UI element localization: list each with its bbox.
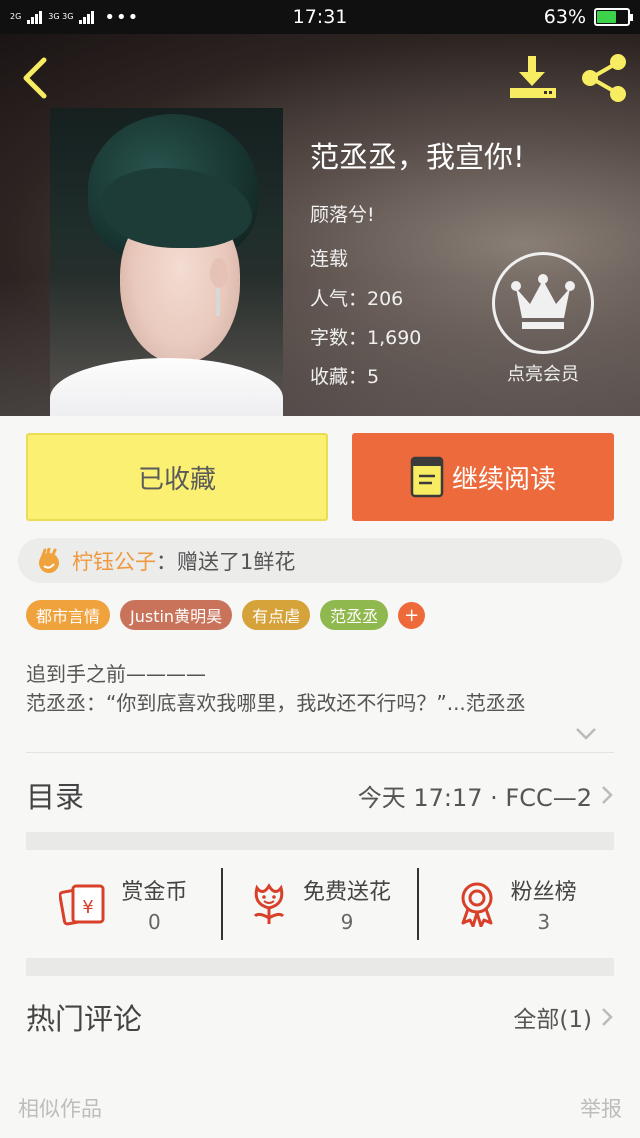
continue-reading-button[interactable]: 继续阅读 [352,433,614,521]
similar-works-link[interactable]: 相似作品 [18,1093,102,1123]
tag[interactable]: Justin黄明昊 [120,600,233,630]
member-button[interactable]: 点亮会员 [492,252,594,386]
report-link[interactable]: 举报 [580,1093,622,1123]
stat-name: 粉丝榜 [510,880,577,905]
toc-row[interactable]: 目录 今天 17:17 · FCC—2 [26,760,614,830]
all-comments-link[interactable]: 全部(1) [513,1000,592,1034]
battery-percent: 63% [543,6,586,28]
stat-value: 3 [537,910,551,934]
serial-status: 连载 [310,248,349,270]
continue-reading-label: 继续阅读 [451,464,556,495]
medal-icon [461,882,493,927]
book-header: 范丞丞，我宣你! 顾落兮! 连载 人气：206 字数：1,690 收藏：5 点亮… [0,34,640,416]
synopsis-line: 追到手之前———— [26,662,206,686]
download-icon [510,56,556,98]
signal-icon-2 [79,10,95,24]
gift-message: ：赠送了1鲜花 [156,549,296,574]
book-author[interactable]: 顾落兮! [310,200,375,227]
battery-icon [594,8,633,26]
book-title: 范丞丞，我宣你! [310,140,525,174]
section-separator [26,832,614,850]
status-bar: 2G 3G 3G ••• 17:31 63% [0,0,640,34]
tag-list: 都市言情 Justin黄明昊 有点虐 范丞丞 + [26,600,426,630]
popularity-count: 人气：206 [310,288,404,310]
favorited-button[interactable]: 已收藏 [26,433,328,521]
add-tag-button[interactable]: + [398,602,426,629]
divider [26,752,614,753]
back-icon [23,57,47,99]
word-count: 字数：1,690 [310,327,422,349]
share-icon [582,54,626,102]
gift-notice[interactable]: 柠钰公子 ：赠送了1鲜花 [18,538,622,583]
crown-icon [511,274,575,329]
synopsis-line: 范丞丞：“你到底喜欢我哪里，我改还不行吗？”...范丞丞 [26,691,526,715]
footer: 相似作品 举报 [18,1093,622,1123]
latest-chapter: 今天 17:17 · FCC—2 [357,783,592,812]
stat-name: 免费送花 [303,880,392,905]
hot-comments-row[interactable]: 热门评论 全部(1) [26,985,614,1049]
signal-icon [27,10,43,24]
book-cover-image[interactable] [50,108,283,416]
favorites-count: 收藏：5 [310,366,380,388]
tag[interactable]: 范丞丞 [320,600,389,630]
toc-label: 目录 [26,780,85,814]
reward-coins-button[interactable]: ¥ 赏金币 0 [26,868,221,940]
more-notifications-icon: ••• [104,6,140,28]
share-button[interactable] [578,52,630,104]
tag[interactable]: 都市言情 [26,600,111,630]
hand-icon [39,547,59,573]
stat-name: 赏金币 [121,880,188,905]
tag[interactable]: 有点虐 [242,600,311,630]
hot-comments-label: 热门评论 [26,1002,143,1036]
stats-bar: ¥ 赏金币 0 免费送花 9 粉丝榜 3 [26,868,614,940]
svg-text:¥: ¥ [83,897,94,918]
synopsis[interactable]: 追到手之前———— 范丞丞：“你到底喜欢我哪里，我改还不行吗？”...范丞丞 [26,660,614,718]
download-button[interactable] [506,54,560,102]
chevron-right-icon [602,1008,613,1026]
sim1-label: 2G [10,12,22,21]
free-flower-button[interactable]: 免费送花 9 [220,868,418,940]
section-separator [26,958,614,976]
book-icon [410,456,444,498]
fan-ranking-button[interactable]: 粉丝榜 3 [417,868,614,940]
red-envelope-icon: ¥ [59,884,105,926]
chevron-right-icon [602,786,613,804]
member-label: 点亮会员 [507,364,579,385]
gift-user[interactable]: 柠钰公子 [72,546,156,576]
back-button[interactable] [16,56,56,100]
stat-value: 0 [147,910,161,934]
flower-icon [253,883,285,924]
stat-value: 9 [340,910,354,934]
expand-chevron-icon[interactable] [574,726,598,742]
sim2-label: 3G 3G [48,12,74,21]
